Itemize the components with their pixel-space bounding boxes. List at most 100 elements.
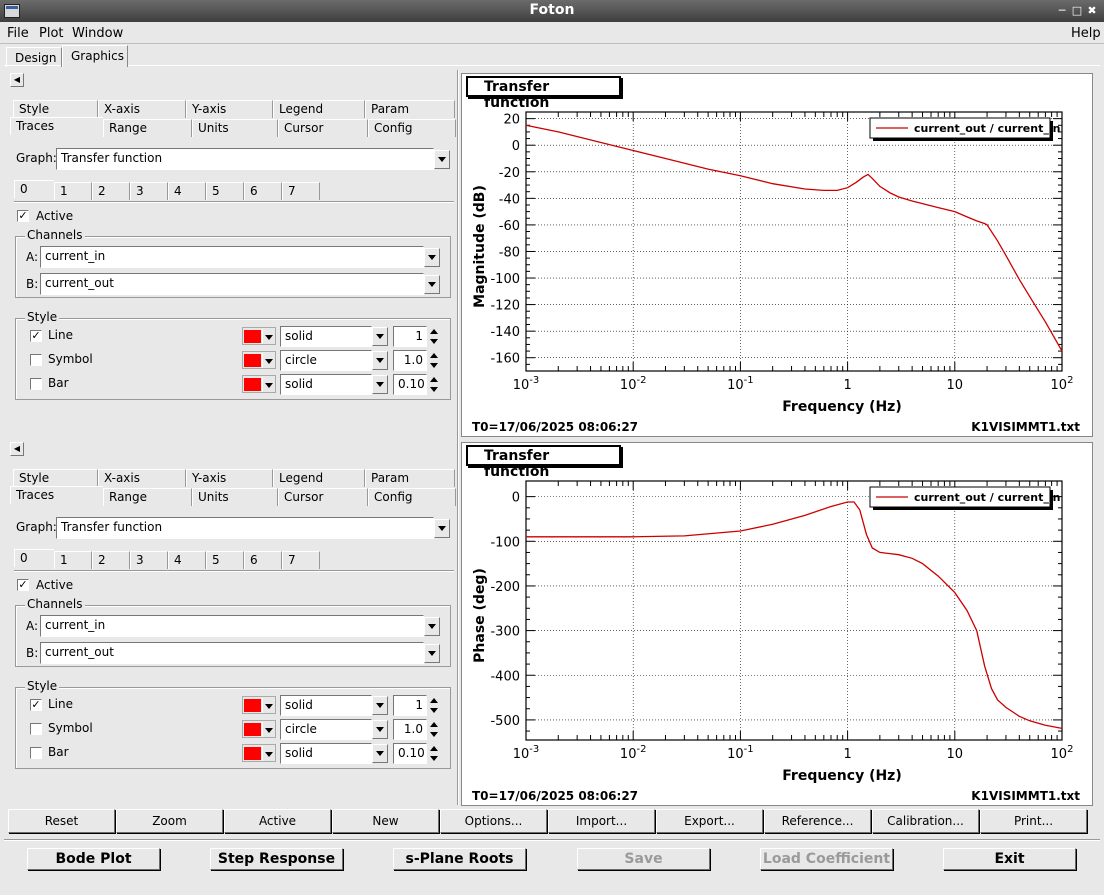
subtab-param[interactable]: Param: [365, 469, 455, 487]
import-button[interactable]: Import...: [548, 809, 655, 833]
line-checkbox[interactable]: ✓: [30, 330, 42, 342]
collapse-left-icon[interactable]: ◀: [10, 73, 24, 87]
subtab-config[interactable]: Config: [368, 488, 456, 506]
channel-a-dropdown-icon[interactable]: [424, 617, 440, 636]
trace-tab-5[interactable]: 5: [206, 182, 244, 200]
symbol-color-dropdown-icon[interactable]: [262, 353, 275, 368]
bar-style-select[interactable]: solid: [280, 743, 372, 764]
trace-tab-0[interactable]: 0: [14, 180, 54, 198]
s-plane-roots-button[interactable]: s-Plane Roots: [393, 848, 526, 870]
reference-button[interactable]: Reference...: [764, 809, 871, 833]
bar-checkbox[interactable]: [30, 747, 42, 759]
subtab-cursor[interactable]: Cursor: [278, 488, 368, 506]
symbol-style-select[interactable]: circle: [280, 719, 372, 740]
symbol-style-select[interactable]: circle: [280, 350, 372, 371]
active-checkbox[interactable]: ✓: [17, 210, 29, 222]
subtab-units[interactable]: Units: [192, 488, 278, 506]
symbol-color-dropdown-icon[interactable]: [262, 722, 275, 737]
trace-tab-1[interactable]: 1: [54, 182, 92, 200]
subtab-legend[interactable]: Legend: [273, 100, 365, 118]
bar-width-spinner-icon[interactable]: [428, 376, 440, 394]
trace-tab-6[interactable]: 6: [244, 551, 282, 569]
active-checkbox[interactable]: ✓: [17, 579, 29, 591]
trace-tab-7[interactable]: 7: [282, 551, 320, 569]
line-style-select[interactable]: solid: [280, 695, 372, 716]
subtab-traces[interactable]: Traces: [10, 486, 103, 504]
graph-select[interactable]: Transfer function: [56, 148, 434, 170]
plot-panel-magnitude[interactable]: Transfer function 20 0 -20 -40 -60 -80 -100 -12…: [461, 73, 1093, 437]
trace-tab-4[interactable]: 4: [168, 551, 206, 569]
trace-tab-5[interactable]: 5: [206, 551, 244, 569]
plot-panel-phase[interactable]: Transfer function 0 -100 -200 -300 -400 -500 1…: [461, 442, 1093, 806]
zoom-button[interactable]: Zoom: [116, 809, 223, 833]
line-style-dropdown-icon[interactable]: [372, 696, 388, 715]
subtab-param[interactable]: Param: [365, 100, 455, 118]
subtab-units[interactable]: Units: [192, 119, 278, 137]
symbol-size-input[interactable]: 1.0: [393, 719, 427, 740]
line-width-input[interactable]: 1: [393, 695, 427, 716]
menu-file[interactable]: File: [7, 26, 29, 41]
bar-width-input[interactable]: 0.10: [393, 374, 427, 395]
line-color-dropdown-icon[interactable]: [262, 329, 275, 344]
symbol-size-spinner-icon[interactable]: [428, 352, 440, 370]
subtab-cursor[interactable]: Cursor: [278, 119, 368, 137]
subtab-x-axis[interactable]: X-axis: [98, 100, 186, 118]
bar-color-picker[interactable]: [242, 744, 276, 762]
trace-tab-2[interactable]: 2: [92, 551, 130, 569]
bar-style-select[interactable]: solid: [280, 374, 372, 395]
trace-tab-4[interactable]: 4: [168, 182, 206, 200]
tab-design[interactable]: Design: [6, 47, 62, 67]
maximize-icon[interactable]: □: [1069, 3, 1085, 19]
trace-tab-0[interactable]: 0: [14, 549, 54, 567]
save-button[interactable]: Save: [577, 848, 710, 870]
channel-a-dropdown-icon[interactable]: [424, 248, 440, 267]
subtab-range[interactable]: Range: [103, 119, 192, 137]
line-width-spinner-icon[interactable]: [428, 697, 440, 715]
subtab-config[interactable]: Config: [368, 119, 456, 137]
channel-a-input[interactable]: current_in: [40, 246, 424, 268]
title-bar[interactable]: Foton ─ □ ✖: [0, 0, 1104, 22]
graph-select[interactable]: Transfer function: [56, 517, 434, 539]
line-style-dropdown-icon[interactable]: [372, 327, 388, 346]
line-color-dropdown-icon[interactable]: [262, 698, 275, 713]
subtab-style[interactable]: Style: [13, 469, 98, 487]
calibration-button[interactable]: Calibration...: [872, 809, 979, 833]
bar-color-dropdown-icon[interactable]: [262, 746, 275, 761]
step-response-button[interactable]: Step Response: [210, 848, 343, 870]
channel-b-dropdown-icon[interactable]: [424, 275, 440, 294]
subtab-y-axis[interactable]: Y-axis: [186, 469, 273, 487]
symbol-style-dropdown-icon[interactable]: [372, 351, 388, 370]
channel-b-input[interactable]: current_out: [40, 642, 424, 664]
line-checkbox[interactable]: ✓: [30, 699, 42, 711]
channel-b-input[interactable]: current_out: [40, 273, 424, 295]
options-button[interactable]: Options...: [440, 809, 547, 833]
bar-color-dropdown-icon[interactable]: [262, 377, 275, 392]
symbol-size-spinner-icon[interactable]: [428, 721, 440, 739]
symbol-color-picker[interactable]: [242, 351, 276, 369]
trace-tab-1[interactable]: 1: [54, 551, 92, 569]
subtab-traces[interactable]: Traces: [10, 117, 103, 135]
minimize-icon[interactable]: ─: [1054, 3, 1070, 19]
load-coefficient-button[interactable]: Load Coefficient: [760, 848, 893, 870]
print-button[interactable]: Print...: [980, 809, 1087, 833]
line-style-select[interactable]: solid: [280, 326, 372, 347]
subtab-x-axis[interactable]: X-axis: [98, 469, 186, 487]
menu-window[interactable]: Window: [72, 26, 123, 41]
trace-tab-2[interactable]: 2: [92, 182, 130, 200]
symbol-color-picker[interactable]: [242, 720, 276, 738]
bar-color-picker[interactable]: [242, 375, 276, 393]
trace-tab-7[interactable]: 7: [282, 182, 320, 200]
line-width-spinner-icon[interactable]: [428, 328, 440, 346]
close-icon[interactable]: ✖: [1084, 3, 1100, 19]
subtab-legend[interactable]: Legend: [273, 469, 365, 487]
subtab-y-axis[interactable]: Y-axis: [186, 100, 273, 118]
subtab-range[interactable]: Range: [103, 488, 192, 506]
graph-dropdown-icon[interactable]: [434, 519, 450, 538]
line-width-input[interactable]: 1: [393, 326, 427, 347]
bar-style-dropdown-icon[interactable]: [372, 375, 388, 394]
channel-a-input[interactable]: current_in: [40, 615, 424, 637]
bar-checkbox[interactable]: [30, 378, 42, 390]
new-button[interactable]: New: [332, 809, 439, 833]
menu-help[interactable]: Help: [1071, 26, 1101, 41]
channel-b-dropdown-icon[interactable]: [424, 644, 440, 663]
